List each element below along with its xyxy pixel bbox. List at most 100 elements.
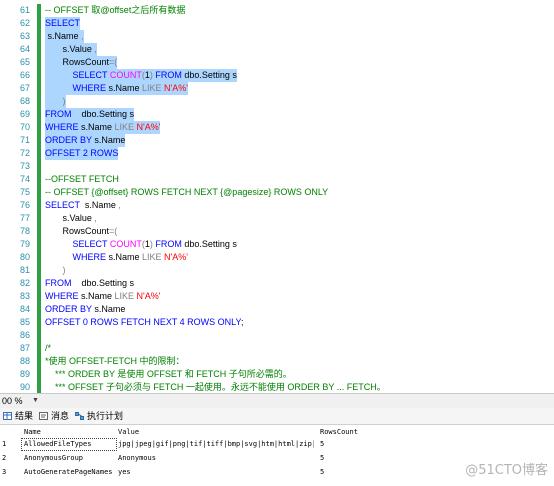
- code-line[interactable]: 65 RowsCount=(: [0, 56, 554, 69]
- code-token: N'A%': [164, 252, 188, 262]
- code-token: FROM: [155, 70, 185, 80]
- code-line[interactable]: 69 FROM dbo.Setting s: [0, 108, 554, 121]
- code-line[interactable]: 66 SELECT COUNT(1) FROM dbo.Setting s: [0, 69, 554, 82]
- tab-results-label: 结果: [15, 411, 34, 421]
- chevron-down-icon[interactable]: ▼: [32, 394, 39, 408]
- code-line[interactable]: 90 *** OFFSET 子句必须与 FETCH 一起使用。永远不能使用 OR…: [0, 381, 554, 393]
- editor-status-bar: 00 % ▼: [0, 393, 554, 408]
- change-marker: [37, 82, 41, 95]
- code-token: SELECT: [45, 200, 83, 210]
- tab-execution-plan-label: 执行计划: [87, 411, 124, 421]
- code-text: /*: [45, 342, 51, 355]
- code-line[interactable]: 79 SELECT COUNT(1) FROM dbo.Setting s: [0, 238, 554, 251]
- code-token: =(: [109, 226, 118, 236]
- cell-value[interactable]: yes: [118, 466, 314, 478]
- change-marker: [37, 173, 41, 186]
- cell-rowscount[interactable]: 5: [320, 452, 350, 464]
- change-marker: [37, 43, 41, 56]
- table-row[interactable]: 3 AutoGeneratePageNames yes 5: [0, 466, 360, 478]
- code-token: /*: [45, 343, 52, 353]
- change-marker: [37, 56, 41, 69]
- code-line[interactable]: 78 RowsCount=(: [0, 225, 554, 238]
- code-line[interactable]: 80 WHERE s.Name LIKE N'A%': [0, 251, 554, 264]
- code-text: WHERE s.Name LIKE N'A%': [45, 290, 160, 303]
- code-line[interactable]: 74 --OFFSET FETCH: [0, 173, 554, 186]
- code-line[interactable]: 68 ): [0, 95, 554, 108]
- table-row[interactable]: 1 AllowedFileTypes jpg|jpeg|gif|png|tif|…: [0, 438, 360, 450]
- cell-name[interactable]: AutoGeneratePageNames: [24, 466, 114, 478]
- code-token: s.Name: [94, 304, 126, 314]
- code-token: RowsCount: [45, 57, 110, 67]
- code-line[interactable]: 61 -- OFFSET 取@offset之后所有数据: [0, 4, 554, 17]
- code-line[interactable]: 81 ): [0, 264, 554, 277]
- selected-code-text: ): [45, 95, 66, 108]
- code-text: *** ORDER BY 是使用 OFFSET 和 FETCH 子句所必需的。: [45, 368, 292, 381]
- code-text: OFFSET 0 ROWS FETCH NEXT 4 ROWS ONLY;: [45, 316, 243, 329]
- code-line[interactable]: 85 OFFSET 0 ROWS FETCH NEXT 4 ROWS ONLY;: [0, 316, 554, 329]
- code-line[interactable]: 73: [0, 160, 554, 173]
- watermark: @51CTO博客: [465, 463, 548, 478]
- change-marker: [37, 264, 41, 277]
- change-marker: [37, 329, 41, 342]
- code-line[interactable]: 84 ORDER BY s.Name: [0, 303, 554, 316]
- code-line[interactable]: 70 WHERE s.Name LIKE N'A%': [0, 121, 554, 134]
- results-tab-strip: 结果 消息 执行计划: [0, 408, 554, 425]
- line-number: 86: [19, 330, 30, 340]
- code-text: ORDER BY s.Name: [45, 303, 125, 316]
- line-number: 82: [19, 278, 30, 288]
- code-line[interactable]: 64 s.Value ,: [0, 43, 554, 56]
- code-line[interactable]: 83 WHERE s.Name LIKE N'A%': [0, 290, 554, 303]
- query-editor[interactable]: 61 -- OFFSET 取@offset之后所有数据 62 SELECT 63 s.N…: [0, 0, 554, 393]
- code-line[interactable]: 62 SELECT: [0, 17, 554, 30]
- tab-messages[interactable]: 消息: [38, 409, 69, 423]
- change-marker: [37, 316, 41, 329]
- code-token: WHERE: [45, 291, 81, 301]
- code-token: *** ORDER BY 是使用 OFFSET 和 FETCH 子句所必需的。: [45, 369, 292, 379]
- code-line[interactable]: 75 -- OFFSET {@offset} ROWS FETCH NEXT {@…: [0, 186, 554, 199]
- change-marker: [37, 303, 41, 316]
- code-line[interactable]: 88 *使用 OFFSET-FETCH 中的限制：: [0, 355, 554, 368]
- change-marker: [37, 108, 41, 121]
- line-number: 63: [19, 31, 30, 41]
- code-line[interactable]: 82 FROM dbo.Setting s: [0, 277, 554, 290]
- zoom-level[interactable]: 00 %: [2, 394, 23, 408]
- code-token: LIKE: [114, 122, 137, 132]
- code-token: ,: [118, 200, 121, 210]
- line-number: 85: [19, 317, 30, 327]
- code-line[interactable]: 72 OFFSET 2 ROWS: [0, 147, 554, 160]
- code-text: -- OFFSET {@offset} ROWS FETCH NEXT {@pa…: [45, 186, 328, 199]
- table-row[interactable]: 2 AnonymousGroup Anonymous 5: [0, 452, 360, 464]
- selected-code-text: ORDER BY s.Name: [45, 134, 126, 147]
- code-token: WHERE: [72, 252, 109, 262]
- code-line[interactable]: 63 s.Name ,: [0, 30, 554, 43]
- line-number: 90: [19, 382, 30, 392]
- code-line[interactable]: 89 *** ORDER BY 是使用 OFFSET 和 FETCH 子句所必需…: [0, 368, 554, 381]
- code-line[interactable]: 77 s.Value ,: [0, 212, 554, 225]
- cell-value[interactable]: jpg|jpeg|gif|png|tif|tiff|bmp|svg|htm|ht…: [118, 438, 314, 450]
- line-number: 78: [19, 226, 30, 236]
- column-header-rowscount[interactable]: RowsCount: [320, 427, 358, 437]
- cell-rowscount[interactable]: 5: [320, 438, 350, 450]
- code-token: *使用 OFFSET-FETCH 中的限制：: [45, 356, 185, 366]
- code-token: SELECT: [45, 18, 81, 28]
- cell-name[interactable]: AllowedFileTypes: [24, 438, 114, 450]
- tab-results[interactable]: 结果: [2, 409, 33, 423]
- grid-icon: [3, 412, 12, 420]
- code-line[interactable]: 76 SELECT s.Name ,: [0, 199, 554, 212]
- code-line[interactable]: 87 /*: [0, 342, 554, 355]
- selected-code-text: SELECT: [45, 17, 81, 30]
- tab-execution-plan[interactable]: 执行计划: [74, 409, 123, 423]
- column-header-name[interactable]: Name: [24, 427, 41, 437]
- cell-rowscount[interactable]: 5: [320, 466, 350, 478]
- cell-name[interactable]: AnonymousGroup: [24, 452, 114, 464]
- column-header-value[interactable]: Value: [118, 427, 139, 437]
- code-token: OFFSET 0 ROWS FETCH NEXT 4 ROWS ONLY: [45, 317, 241, 327]
- code-line[interactable]: 71 ORDER BY s.Name: [0, 134, 554, 147]
- code-line[interactable]: 86: [0, 329, 554, 342]
- code-line[interactable]: 67 WHERE s.Name LIKE N'A%': [0, 82, 554, 95]
- code-text: SELECT s.Name ,: [45, 199, 121, 212]
- cell-value[interactable]: Anonymous: [118, 452, 314, 464]
